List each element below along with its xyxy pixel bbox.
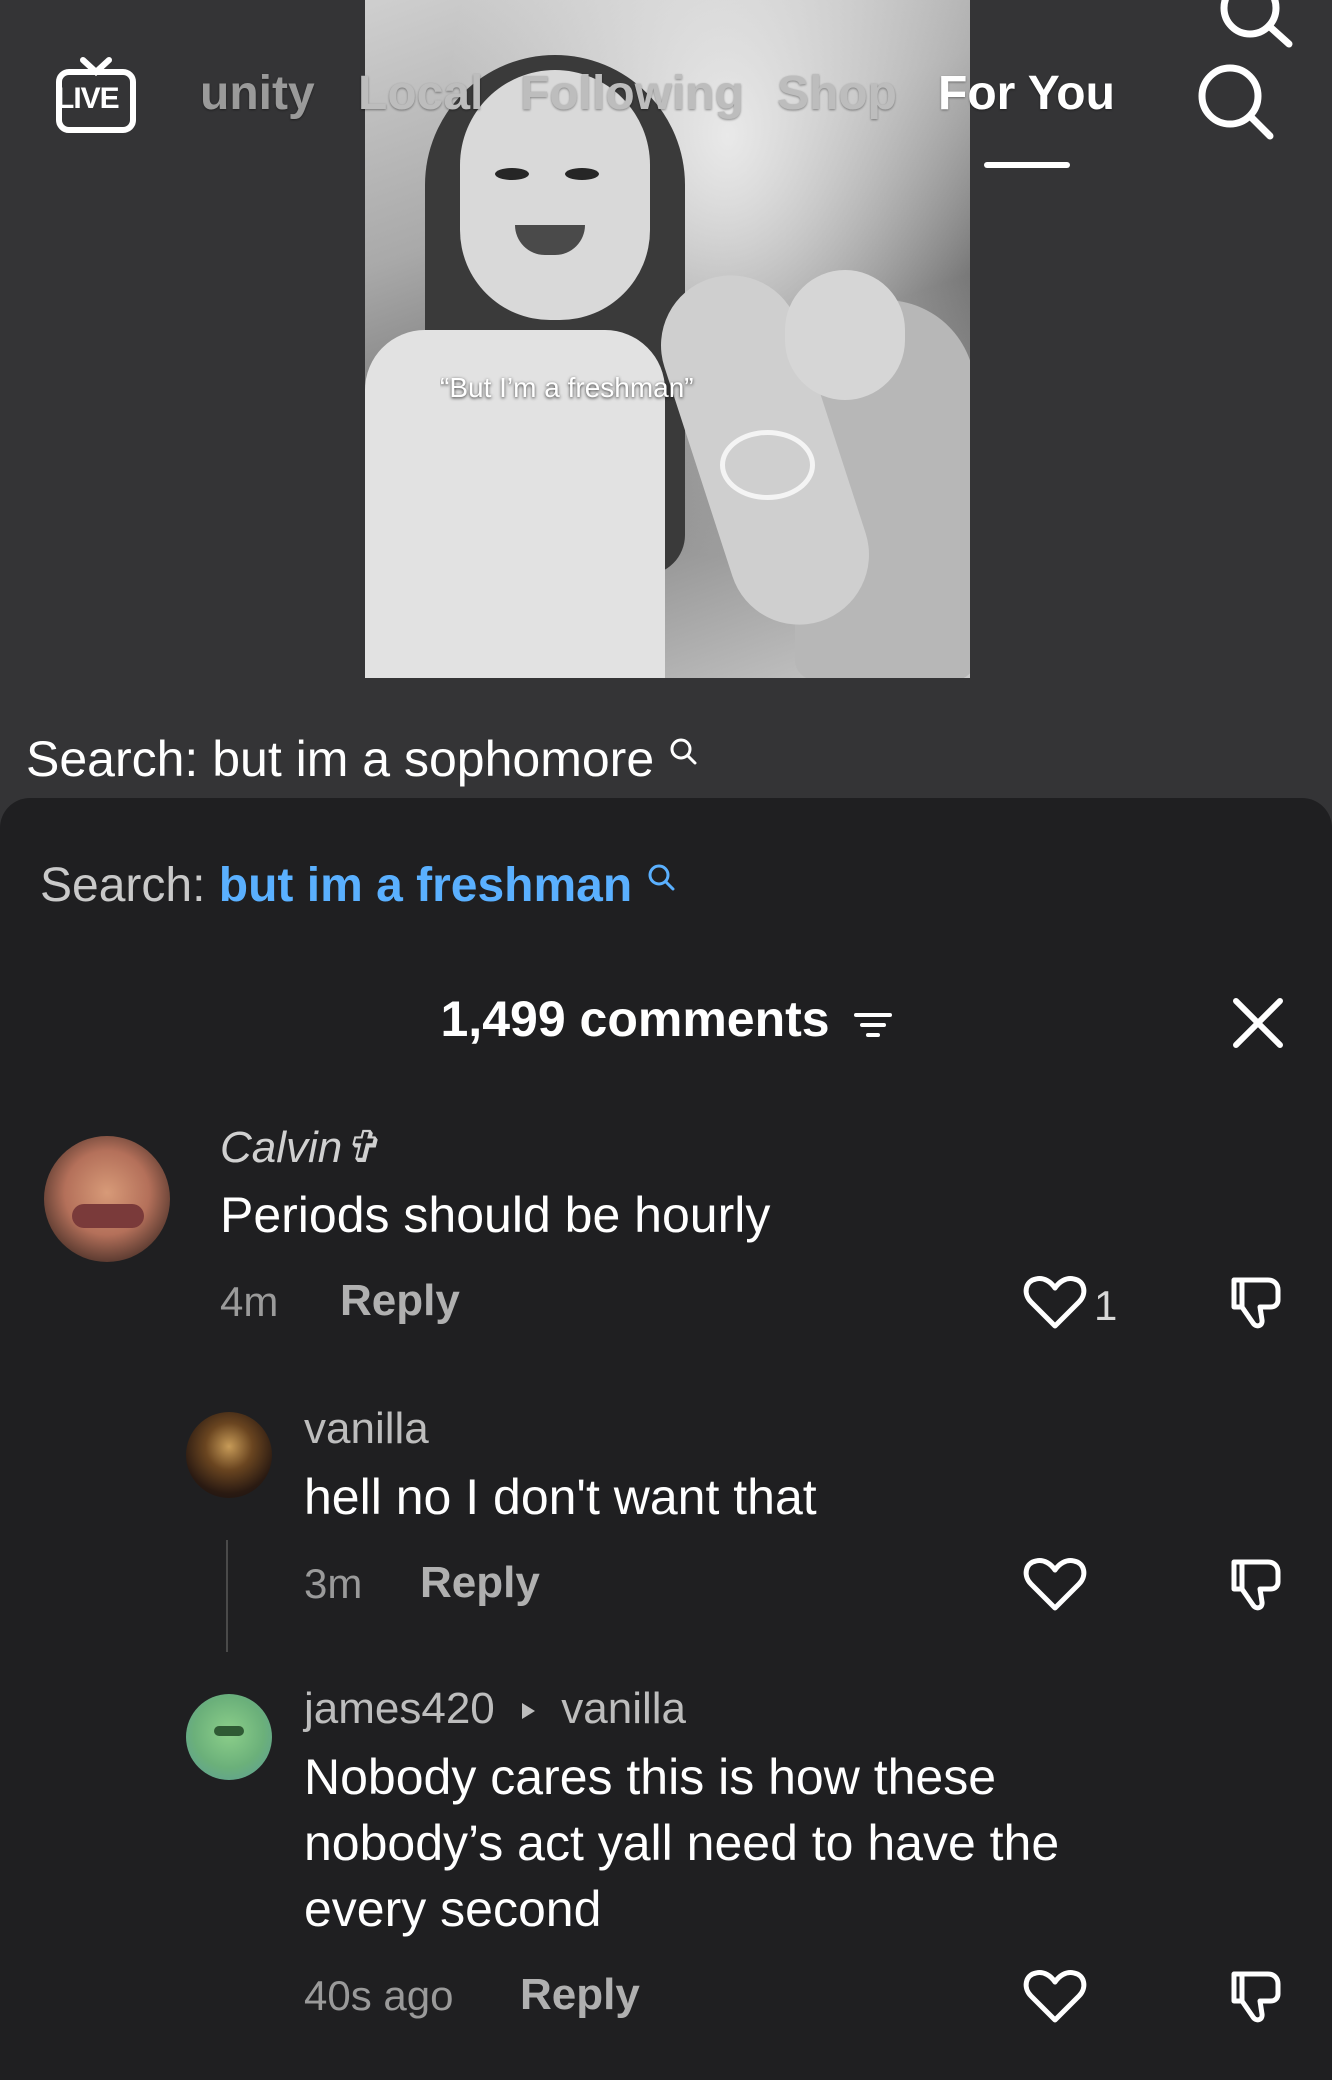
tab-community[interactable]: unity [200,66,315,121]
search-suggestion-query: but im a sophomore [212,731,655,787]
video-bracelets [720,430,815,500]
tab-shop[interactable]: Shop [777,66,897,121]
dislike-button[interactable] [1224,1270,1290,1336]
close-button[interactable] [1230,995,1286,1051]
tab-local[interactable]: Local [358,66,483,121]
filter-button[interactable] [853,994,892,1052]
comment-text: Periods should be hourly [220,1187,771,1243]
like-button[interactable] [1022,1270,1088,1336]
related-search-query: but im a freshman [218,859,633,912]
avatar[interactable] [44,1136,170,1262]
avatar-mouth [72,1204,144,1228]
reply-button[interactable]: Reply [420,1558,540,1608]
thumbs-down-icon [1231,1277,1281,1329]
comment-text: hell no I don't want that [304,1469,817,1525]
comment-time: 40s ago [304,1972,454,2019]
reply-button[interactable]: Reply [340,1276,460,1326]
search-suggestion-label: Search: [26,731,199,787]
search-icon [648,864,675,891]
video-eye-left [495,168,529,180]
heart-icon [1023,1276,1087,1329]
filter-icon [853,1012,892,1037]
avatar[interactable] [186,1694,272,1780]
thread-line [226,1540,228,1652]
active-tab-indicator [984,162,1070,168]
avatar-face [214,1726,244,1736]
tab-for-you[interactable]: For You [938,66,1115,121]
search-icon-ghost [1205,0,1295,50]
like-count: 1 [1094,1282,1118,1329]
thumbs-down-icon [1231,1559,1281,1611]
comment-username-line: james420 vanilla [304,1684,686,1734]
live-label: LIVE [56,82,120,115]
comment-text: Nobody cares this is how these nobody’s … [304,1749,1060,1937]
comment-username[interactable]: james420 [304,1684,495,1733]
video-caption: “But I’m a freshman” [440,372,694,403]
reply-button[interactable]: Reply [520,1970,640,2020]
comment-count: 1,499 comments [440,991,830,1047]
comment-time: 3m [304,1560,363,1607]
dislike-button[interactable] [1224,1552,1290,1618]
heart-icon [1023,1558,1087,1611]
video-hand [785,270,905,400]
comment-time: 4m [220,1278,279,1325]
like-button[interactable] [1022,1964,1088,2030]
video-eye-right [565,168,599,180]
related-search-link[interactable]: Search: but im a freshman [40,858,676,913]
comment-username[interactable]: vanilla [304,1404,429,1454]
tab-following[interactable]: Following [520,66,744,121]
related-search-label: Search: [40,859,206,912]
avatar[interactable] [186,1412,272,1498]
like-button[interactable] [1022,1552,1088,1618]
search-icon [670,738,697,765]
dislike-button[interactable] [1224,1964,1290,2030]
heart-icon [1023,1970,1087,2023]
thumbs-down-icon [1231,1971,1281,2023]
close-icon [1233,998,1283,1048]
live-button[interactable]: LIVE [55,56,137,136]
search-icon [1198,64,1274,140]
triangle-right-icon [522,1703,536,1720]
comments-header: 1,499 comments [0,990,1332,1052]
comment-username[interactable]: Calvin✞ [220,1122,379,1173]
search-suggestion[interactable]: Search: but im a sophomore [26,730,698,788]
search-button[interactable] [1190,56,1280,146]
reply-to-username[interactable]: vanilla [561,1684,686,1733]
